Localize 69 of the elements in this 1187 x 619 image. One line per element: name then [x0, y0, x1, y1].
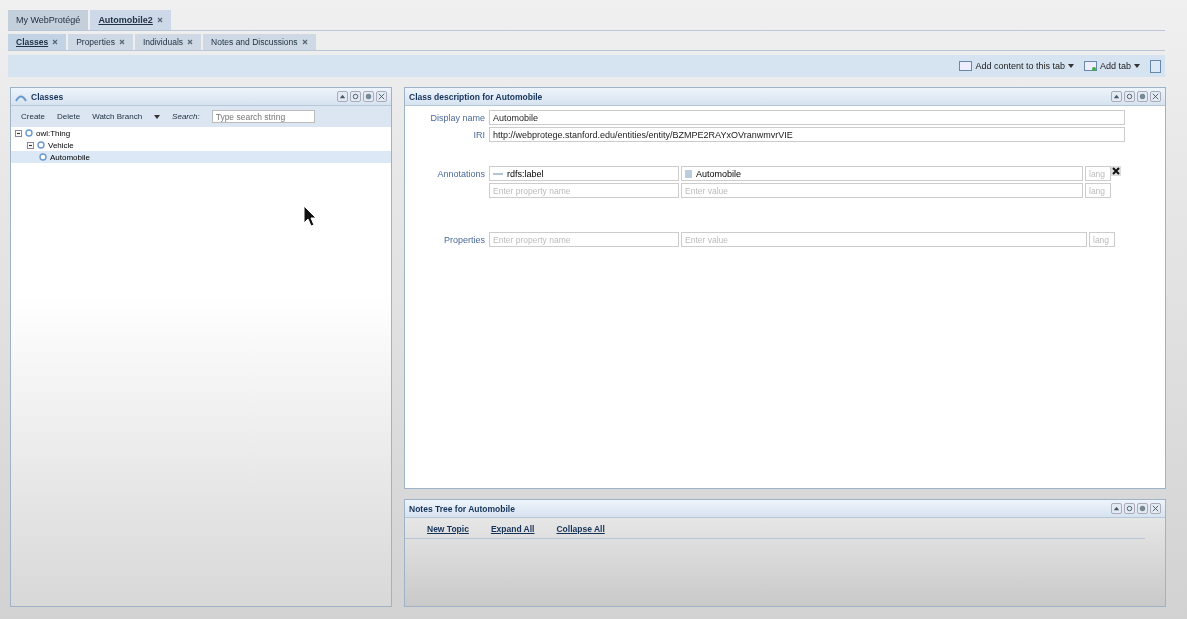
- property-field[interactable]: Enter property name: [489, 183, 679, 198]
- tab[interactable]: Classes: [8, 34, 67, 50]
- lang-field[interactable]: lang: [1089, 232, 1115, 247]
- layout-icon: [959, 61, 973, 71]
- notes-link[interactable]: Expand All: [490, 524, 535, 534]
- toolbar-action[interactable]: Create: [21, 112, 45, 121]
- close-icon[interactable]: [1150, 91, 1161, 102]
- field-label: Display name: [429, 112, 485, 123]
- refresh-icon[interactable]: [1124, 91, 1135, 102]
- panel-title: Notes Tree for Automobile: [409, 503, 516, 514]
- refresh-icon[interactable]: [1124, 503, 1135, 514]
- tab[interactable]: Individuals: [134, 34, 202, 50]
- value-field[interactable]: Automobile: [681, 166, 1083, 181]
- close-icon[interactable]: [187, 39, 194, 45]
- refresh-icon[interactable]: [350, 91, 361, 102]
- add-tab-icon: [1083, 61, 1097, 71]
- settings-icon[interactable]: [1137, 91, 1148, 102]
- settings-icon[interactable]: [1137, 503, 1148, 514]
- search-label: Search:: [172, 112, 200, 121]
- property-icon: [493, 171, 503, 176]
- close-icon[interactable]: [301, 39, 308, 45]
- add-tab-menu[interactable]: Add tab: [1099, 61, 1131, 71]
- delete-icon[interactable]: [1111, 166, 1121, 176]
- property-field[interactable]: Enter property name: [489, 232, 679, 247]
- tree-node[interactable]: Automobile: [11, 151, 391, 163]
- tab[interactable]: Notes and Discussions: [203, 34, 316, 50]
- literal-icon: [685, 169, 692, 178]
- close-icon[interactable]: [52, 39, 59, 45]
- class-label: Automobile: [50, 152, 91, 162]
- close-icon[interactable]: [376, 91, 387, 102]
- toolbar-action[interactable]: Watch Branch: [92, 112, 143, 121]
- field-label: Properties: [442, 234, 485, 245]
- search-field[interactable]: Type search string: [211, 110, 315, 123]
- caret-icon: [1067, 64, 1074, 68]
- class-label: owl:Thing: [36, 128, 71, 138]
- close-icon[interactable]: [118, 39, 125, 45]
- collapse-icon[interactable]: [15, 129, 22, 137]
- value-field[interactable]: Enter value: [681, 232, 1087, 247]
- value-field[interactable]: Enter value: [681, 183, 1083, 198]
- close-icon[interactable]: [1150, 503, 1161, 514]
- document-icon[interactable]: [1150, 59, 1161, 73]
- caret-icon: [154, 114, 161, 119]
- caret-icon: [1134, 64, 1140, 68]
- panel-title: Classes: [31, 91, 65, 102]
- project-tab[interactable]: Automobile2: [90, 10, 171, 30]
- panel-title: Class description for Automobile: [409, 91, 544, 102]
- property-field[interactable]: rdfs:label: [489, 166, 679, 181]
- collapse-icon[interactable]: [337, 91, 348, 102]
- field-label: Annotations: [436, 168, 485, 179]
- tree-node[interactable]: owl:Thing: [11, 127, 391, 139]
- tree-node[interactable]: Vehicle: [11, 139, 391, 151]
- add-content-menu[interactable]: Add content to this tab: [975, 61, 1065, 71]
- close-icon[interactable]: [156, 17, 163, 23]
- field-label: IRI: [472, 129, 485, 140]
- display-name-field[interactable]: Automobile: [489, 110, 1125, 125]
- class-label: Vehicle: [48, 140, 74, 150]
- tab[interactable]: Properties: [68, 34, 133, 50]
- toolbar-action[interactable]: Delete: [57, 112, 81, 121]
- cursor-icon: [303, 205, 317, 227]
- collapse-icon[interactable]: [27, 141, 34, 149]
- settings-icon[interactable]: [363, 91, 374, 102]
- iri-field[interactable]: http://webprotege.stanford.edu/entities/entity/BZMPE2RAYxOVranwmvrVIE: [489, 127, 1125, 142]
- collapse-icon[interactable]: [1111, 503, 1122, 514]
- lang-field[interactable]: lang: [1085, 166, 1111, 181]
- notes-link[interactable]: New Topic: [427, 524, 469, 534]
- notes-link[interactable]: Collapse All: [556, 524, 605, 534]
- lang-field[interactable]: lang: [1085, 183, 1111, 198]
- project-tab[interactable]: My WebProtégé: [8, 10, 89, 30]
- collapse-icon[interactable]: [1111, 91, 1122, 102]
